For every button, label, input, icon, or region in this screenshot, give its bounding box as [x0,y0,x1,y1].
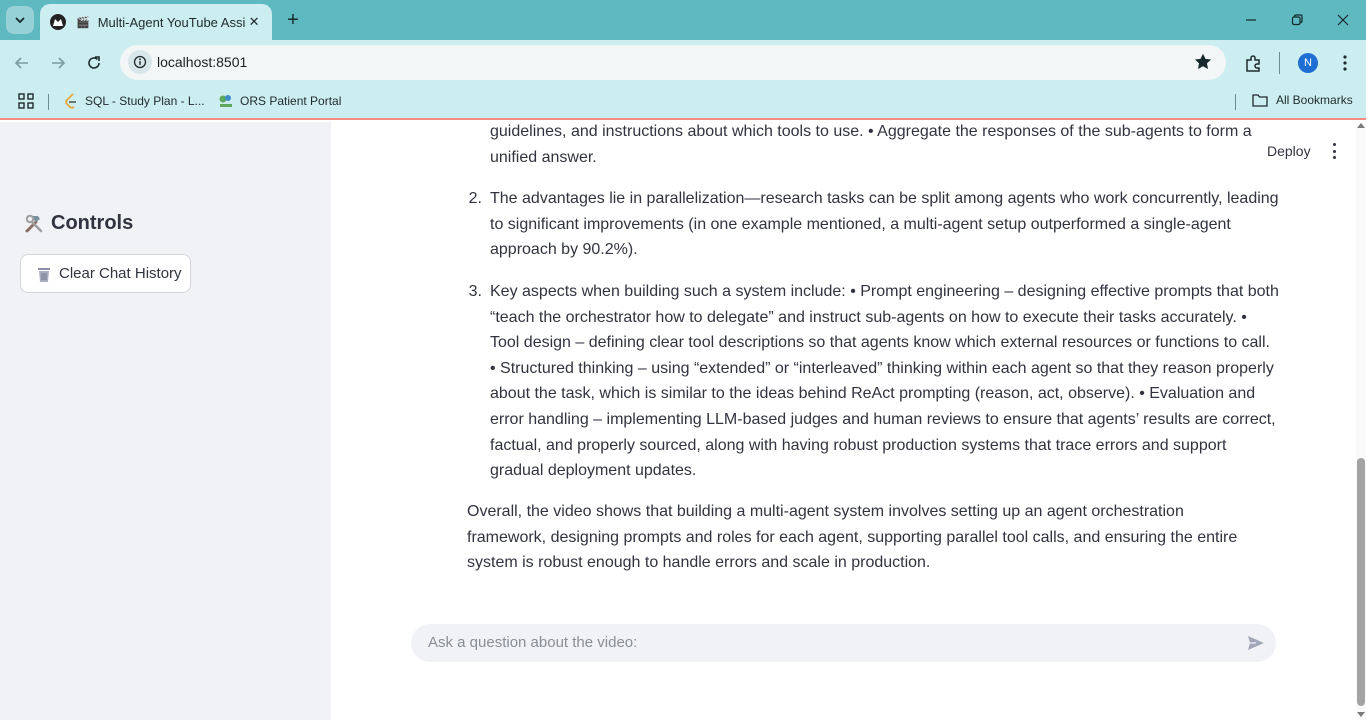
tab-search-button[interactable] [6,6,34,34]
reload-button[interactable] [82,51,106,75]
back-button[interactable] [10,51,34,75]
answer-item-1-tail: guidelines, and instructions about which… [490,123,1252,166]
scroll-up-arrow-icon[interactable] [1357,123,1365,128]
browser-tab[interactable]: 🎬 Multi-Agent YouTube Assist ✕ [40,4,272,40]
bookmarks-divider [48,94,49,110]
url-text: localhost:8501 [157,54,248,70]
address-bar[interactable]: localhost:8501 [120,45,1226,80]
bookmark-ors-patient-portal[interactable]: ORS Patient Portal [218,93,341,109]
clear-chat-history-button[interactable]: Clear Chat History [20,254,191,293]
new-tab-button[interactable]: + [282,8,304,32]
close-icon [1337,14,1349,26]
minimize-icon [1246,19,1256,21]
tab-close-icon[interactable]: ✕ [246,14,262,30]
chevron-down-icon [15,17,25,24]
leetcode-icon [65,93,76,109]
reload-icon [88,56,100,69]
forward-button[interactable] [46,51,70,75]
hammer-and-wrench-icon [25,214,43,232]
scroll-down-arrow-icon[interactable] [1357,712,1365,717]
wastebasket-icon [38,267,50,282]
controls-title: Controls [51,212,134,234]
main-content: Deploy guidelines, and instructions abou… [331,122,1356,720]
sidebar: Controls Clear Chat History [0,122,331,720]
tab-strip: 🎬 Multi-Agent YouTube Assist ✕ + [0,0,1366,40]
ors-logo-icon [219,95,232,107]
answer-item-2: The advantages lie in parallelization—re… [490,190,1279,259]
answer-item-3: Key aspects when building such a system … [490,283,1279,480]
browser-toolbar: localhost:8501 [0,40,1366,86]
extensions-icon[interactable] [1242,51,1266,75]
apps-grid-icon[interactable] [18,93,34,109]
bookmarks-divider [1235,94,1236,110]
folder-icon [1252,94,1268,107]
close-window-button[interactable] [1320,0,1366,40]
browser-menu-icon[interactable] [1333,51,1357,75]
bookmark-star-icon[interactable] [1192,51,1214,78]
list-item-number: 3. [468,283,482,300]
bookmark-label: ORS Patient Portal [240,94,342,108]
toolbar-divider [1279,52,1280,74]
tab-title: Multi-Agent YouTube Assist [97,14,247,30]
chat-input[interactable]: Ask a question about the video: [411,624,1276,662]
restore-button[interactable] [1274,0,1320,40]
clear-chat-history-label: Clear Chat History [59,265,182,282]
bookmarks-bar: SQL - Study Plan - L... ORS Patient Port… [0,86,1366,120]
controls-header: Controls [23,212,133,235]
arrow-right-icon [52,57,66,69]
site-info-icon[interactable] [128,50,152,74]
streamlit-favicon-icon [50,14,66,30]
arrow-left-icon [14,57,28,69]
minimize-button[interactable] [1228,0,1274,40]
scrollbar-thumb[interactable] [1357,458,1365,706]
list-item-number: 2. [468,190,482,207]
page-scrollbar[interactable] [1356,122,1366,720]
bookmark-sql-study-plan[interactable]: SQL - Study Plan - L... [64,93,205,109]
restore-icon [1291,14,1303,26]
bookmark-label: SQL - Study Plan - L... [85,94,205,108]
chat-input-placeholder: Ask a question about the video: [428,634,638,651]
profile-avatar[interactable]: N [1298,53,1318,73]
clapper-icon: 🎬 [76,16,90,29]
send-icon[interactable] [1246,633,1266,658]
all-bookmarks-button[interactable]: All Bookmarks [1252,93,1353,107]
main-menu-icon[interactable] [1326,142,1342,160]
answer-summary: Overall, the video shows that building a… [467,503,1238,572]
all-bookmarks-label: All Bookmarks [1276,93,1353,107]
